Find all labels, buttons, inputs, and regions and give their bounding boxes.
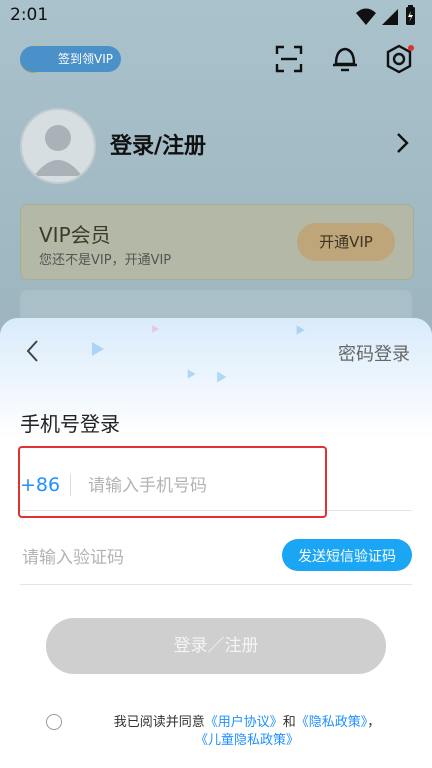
- signin-vip-button[interactable]: 签到领VIP: [20, 46, 121, 72]
- verification-code-input[interactable]: [20, 542, 264, 574]
- user-agreement-link[interactable]: 《用户协议》: [205, 715, 283, 730]
- play-decoration-icon: [217, 371, 227, 383]
- open-vip-button[interactable]: 开通VIP: [297, 223, 395, 261]
- play-decoration-icon: [296, 325, 305, 335]
- agreement-checkbox[interactable]: [46, 714, 62, 730]
- avatar[interactable]: [20, 108, 96, 184]
- vip-card[interactable]: VIP会员 您还不是VIP，开通VIP 开通VIP: [20, 204, 414, 280]
- agreement-prefix: 我已阅读并同意: [113, 715, 205, 730]
- login-register-button[interactable]: 登录／注册: [46, 618, 386, 674]
- password-login-link[interactable]: 密码登录: [338, 340, 410, 366]
- send-sms-code-button[interactable]: 发送短信验证码: [282, 539, 412, 571]
- login-sheet: 密码登录 手机号登录 +86 发送短信验证码 登录／注册 我已阅读并同意《用户协…: [0, 318, 432, 768]
- vip-card-title: VIP会员: [39, 223, 111, 247]
- back-arrow-icon[interactable]: [22, 338, 44, 364]
- avatar-placeholder-icon: [34, 125, 82, 176]
- status-bar: 2:01: [0, 0, 432, 30]
- vip-card-subtitle: 您还不是VIP，开通VIP: [39, 253, 172, 268]
- agreement-comma: ，: [367, 715, 381, 730]
- signal-icon: [382, 9, 398, 25]
- settings-icon[interactable]: [384, 44, 414, 74]
- phone-login-title: 手机号登录: [20, 412, 120, 436]
- agreement-and: 和: [282, 715, 296, 730]
- agreement-text: 我已阅读并同意《用户协议》和《隐私政策》， 《儿童隐私政策》: [82, 714, 412, 750]
- play-decoration-icon: [92, 342, 104, 356]
- child-privacy-link[interactable]: 《儿童隐私政策》: [195, 733, 299, 748]
- status-time: 2:01: [10, 5, 49, 25]
- scan-icon[interactable]: [274, 44, 304, 74]
- play-decoration-icon: [187, 369, 196, 379]
- login-register-label[interactable]: 登录/注册: [110, 128, 206, 160]
- chevron-right-icon[interactable]: [392, 130, 412, 156]
- play-decoration-icon: [152, 325, 159, 333]
- status-icons: [356, 5, 415, 25]
- wifi-icon: [356, 8, 376, 25]
- notification-icon[interactable]: [330, 44, 360, 74]
- phone-highlight-box: [18, 446, 327, 518]
- code-field-row: 发送短信验证码: [20, 534, 412, 585]
- privacy-policy-link[interactable]: 《隐私政策》: [296, 715, 368, 730]
